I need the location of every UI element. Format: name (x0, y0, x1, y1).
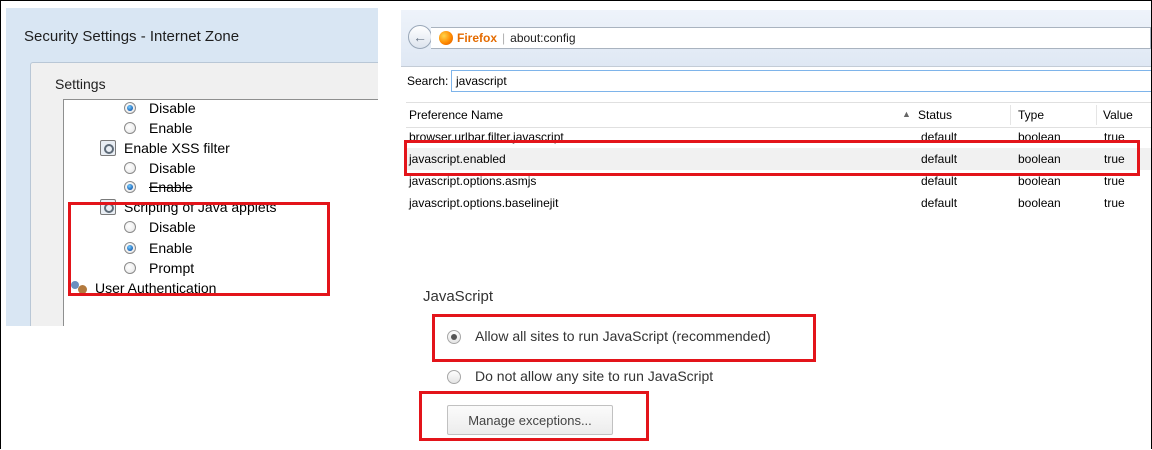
table-header: Preference Name ▲ Status Type Value (406, 102, 1151, 128)
search-label: Search: (407, 74, 449, 88)
url-bar[interactable]: Firefox | about:config (431, 27, 1151, 49)
radio-option-enable[interactable]: Enable (124, 118, 193, 138)
highlight-box-javascript-enabled (404, 140, 1140, 176)
settings-label: Settings (55, 76, 106, 92)
column-status[interactable]: Status (918, 108, 952, 122)
address-text: about:config (510, 31, 576, 45)
radio-option-disable[interactable]: Disable (124, 100, 196, 118)
radio-block-javascript[interactable] (447, 370, 461, 384)
identity-label: Firefox (457, 31, 498, 45)
radio-checked-icon (124, 181, 136, 193)
search-row: Search: javascript (401, 67, 1151, 98)
column-preference-name[interactable]: Preference Name (409, 108, 503, 122)
table-row[interactable]: javascript.options.baselinejit default b… (406, 192, 1151, 214)
separator: | (502, 31, 506, 45)
radio-checked-icon (124, 102, 136, 114)
search-input[interactable]: javascript (451, 70, 1151, 92)
javascript-section-title: JavaScript (423, 288, 494, 305)
group-enable-xss-filter: Enable XSS filter (100, 138, 230, 158)
column-value[interactable]: Value (1103, 108, 1133, 122)
firefox-about-config-window: ← Firefox | about:config Search: javascr… (401, 10, 1151, 230)
radio-option-enable[interactable]: Enable (124, 177, 193, 197)
option-block-label[interactable]: Do not allow any site to run JavaScript (475, 368, 713, 384)
navigation-bar: ← Firefox | about:config (401, 10, 1151, 67)
highlight-box-manage-exceptions (419, 391, 649, 441)
column-divider[interactable] (1096, 105, 1097, 125)
dialog-title: Security Settings - Internet Zone (24, 28, 240, 45)
highlight-box-java-applets (68, 202, 330, 296)
back-arrow-icon[interactable]: ← (408, 25, 432, 49)
radio-option-disable[interactable]: Disable (124, 158, 196, 178)
sort-ascending-icon: ▲ (902, 109, 911, 119)
firefox-logo-icon (439, 31, 453, 45)
radio-unchecked-icon (124, 162, 136, 174)
radio-unchecked-icon (124, 122, 136, 134)
highlight-box-allow-javascript (432, 314, 816, 362)
settings-gear-icon (100, 140, 116, 156)
column-type[interactable]: Type (1018, 108, 1044, 122)
column-divider[interactable] (1010, 105, 1011, 125)
